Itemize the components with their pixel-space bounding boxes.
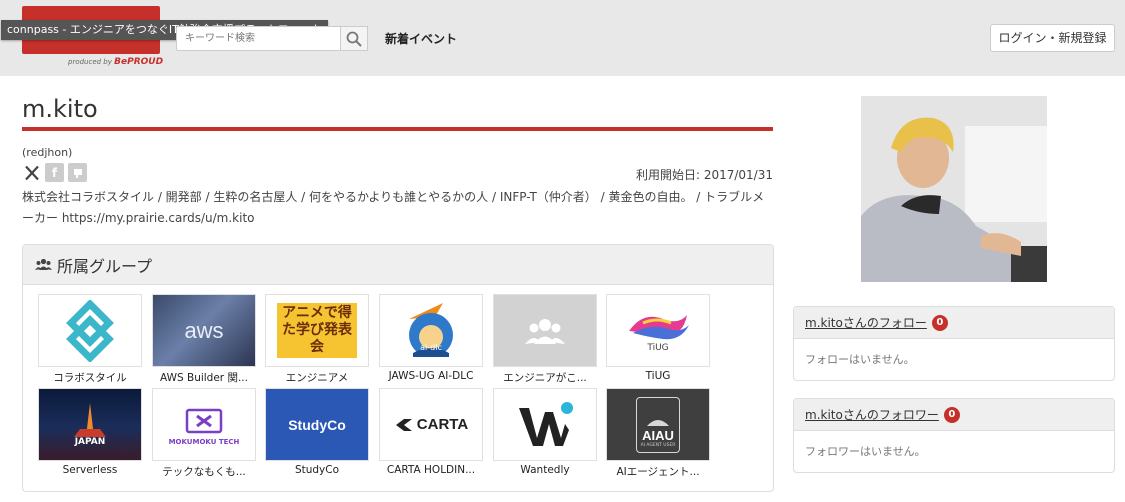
start-date: 利用開始日: 2017/01/31 [635,168,773,182]
group-logo [493,388,597,461]
beproud-logo: BePROUD [114,57,164,67]
facebook-icon[interactable]: f [45,163,64,182]
following-link[interactable]: m.kitoさんのフォロー [805,314,927,331]
group-name: エンジニアメ [285,372,349,384]
group-name: コラボスタイル [53,372,127,384]
group-logo [493,294,597,367]
group-card[interactable]: aws AWS Builder 関... [152,294,256,385]
group-logo: MOKUMOKU TECH [152,388,256,461]
following-panel: m.kitoさんのフォロー 0 フォローはいません。 [793,306,1115,381]
groups-title: 所属グループ [57,256,153,276]
followers-panel: m.kitoさんのフォロワー 0 フォロワーはいません。 [793,398,1115,473]
group-logo: JAPAN [38,388,142,461]
group-logo: アニメで得た学び発表会 [265,294,369,367]
group-name: エンジニアがこ... [503,372,587,384]
following-empty-text: フォローはいません。 [805,353,915,366]
following-count-badge: 0 [931,314,948,331]
group-logo: ai-dlc [379,294,483,367]
group-name: AIエージェント... [616,466,700,478]
followers-link[interactable]: m.kitoさんのフォロワー [805,406,939,423]
default-group-icon [525,318,565,344]
site-header: produced by BePROUD connpass - エンジニアをつなぐ… [0,0,1125,76]
followers-count-badge: 0 [943,406,960,423]
logo-produced-by: produced by BePROUD [68,57,164,67]
group-logo: StudyCo [265,388,369,461]
group-name: AWS Builder 関... [160,372,248,384]
group-card[interactable]: MOKUMOKU TECH テックなもくも... [152,388,256,479]
group-card[interactable]: エンジニアがこ... [493,294,597,385]
search-input[interactable] [176,26,341,51]
nav-new-events[interactable]: 新着イベント [385,30,457,47]
group-card[interactable]: Wantedly [493,388,597,476]
following-header: m.kitoさんのフォロー 0 [794,307,1114,339]
group-name: StudyCo [294,464,340,476]
group-name: JAWS-UG AI-DLC [388,370,474,382]
group-name: Wantedly [520,464,570,476]
followers-empty-text: フォロワーはいません。 [805,445,926,458]
groups-panel: 所属グループ コラボスタイル aws AWS Builder 関... アニメで… [22,244,774,492]
group-card[interactable]: CARTA CARTA HOLDIN... [379,388,483,476]
login-signup-button[interactable]: ログイン・新規登録 [990,24,1115,52]
group-logo: aws [152,294,256,367]
followers-header: m.kitoさんのフォロワー 0 [794,399,1114,431]
group-logo: TiUG [606,294,710,367]
group-logo [38,294,142,367]
github-icon[interactable] [68,163,87,182]
profile-photo [861,96,1047,282]
search-icon [346,31,362,47]
group-name: Serverless [62,464,118,476]
search-button[interactable] [340,26,368,51]
group-card[interactable]: JAPAN Serverless [38,388,142,476]
user-bio: 株式会社コラボスタイル / 開発部 / 生粋の名古屋人 / 何をやるかよりも誰と… [22,190,765,225]
title-rule [22,127,773,131]
group-card[interactable]: コラボスタイル [38,294,142,385]
group-card[interactable]: TiUG TiUG [606,294,710,382]
social-links: f [22,163,87,182]
group-card[interactable]: AIAU AI AGENT USER AIエージェント... [606,388,710,479]
user-id: (redjhon) [22,146,73,159]
groups-header: 所属グループ [23,245,773,285]
user-name: m.kito [22,95,98,123]
group-card[interactable]: ai-dlc JAWS-UG AI-DLC [379,294,483,382]
group-name: テックなもくも... [162,466,246,478]
group-icon [35,258,52,271]
group-card[interactable]: アニメで得た学び発表会 エンジニアメ [265,294,369,385]
group-card[interactable]: StudyCo StudyCo [265,388,369,476]
group-logo: CARTA [379,388,483,461]
group-logo: AIAU AI AGENT USER [606,388,710,461]
group-name: TiUG [645,370,671,382]
x-icon[interactable] [22,163,41,182]
group-name: CARTA HOLDIN... [386,464,476,476]
